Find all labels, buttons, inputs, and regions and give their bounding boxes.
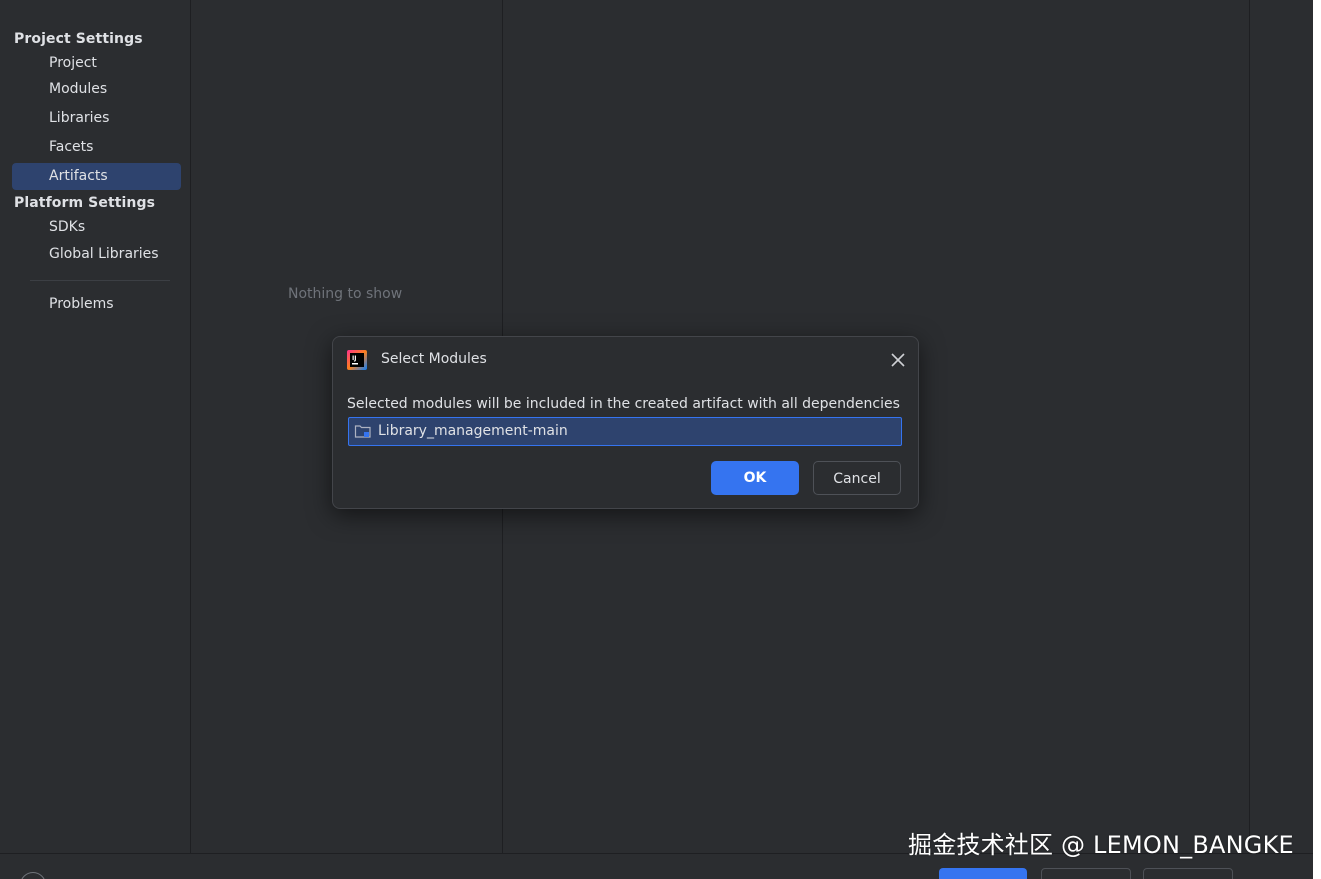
help-icon[interactable] [20, 872, 46, 879]
select-modules-dialog: IJ Select Modules Selected modules will … [332, 336, 919, 509]
sidebar-divider [30, 280, 170, 281]
window-edge-strip [1249, 0, 1313, 853]
module-folder-icon [354, 425, 371, 438]
sidebar-item-facets[interactable]: Facets [12, 134, 181, 161]
project-structure-window: Project Settings Project Modules Librari… [0, 0, 1313, 879]
sidebar-item-libraries[interactable]: Libraries [12, 105, 181, 132]
sidebar-item-label: Artifacts [49, 168, 108, 184]
sidebar-item-problems[interactable]: Problems [12, 291, 181, 318]
sidebar-item-global-libraries[interactable]: Global Libraries [12, 241, 181, 268]
sidebar-item-label: Problems [49, 296, 114, 312]
dialog-title: Select Modules [381, 351, 487, 367]
sidebar-item-artifacts[interactable]: Artifacts [12, 163, 181, 190]
empty-state-text: Nothing to show [288, 286, 403, 302]
bottom-primary-button[interactable] [939, 868, 1027, 879]
dialog-description: Selected modules will be included in the… [347, 396, 900, 412]
project-settings-header: Project Settings [14, 31, 143, 47]
bottom-tertiary-button[interactable] [1143, 868, 1233, 879]
sidebar-item-project[interactable]: Project [12, 50, 181, 77]
cancel-button[interactable]: Cancel [813, 461, 901, 495]
sidebar-item-label: SDKs [49, 219, 86, 235]
sidebar-item-label: Project [49, 55, 97, 71]
bottom-secondary-button[interactable] [1041, 868, 1131, 879]
settings-sidebar: Project Settings Project Modules Librari… [0, 0, 191, 853]
platform-settings-header: Platform Settings [14, 195, 156, 211]
svg-text:IJ: IJ [352, 355, 356, 362]
sidebar-item-label: Modules [49, 81, 108, 97]
sidebar-item-label: Facets [49, 139, 94, 155]
close-icon[interactable] [889, 351, 907, 369]
sidebar-item-sdks[interactable]: SDKs [12, 214, 181, 241]
ok-button[interactable]: OK [711, 461, 799, 495]
module-name: Library_management-main [378, 423, 568, 439]
module-list-item[interactable]: Library_management-main [348, 417, 902, 446]
sidebar-item-modules[interactable]: Modules [12, 76, 181, 103]
sidebar-item-label: Libraries [49, 110, 110, 126]
sidebar-item-label: Global Libraries [49, 246, 159, 262]
intellij-idea-icon: IJ [347, 350, 367, 370]
watermark-text: 掘金技术社区 @ LEMON_BANGKE [908, 831, 1294, 859]
